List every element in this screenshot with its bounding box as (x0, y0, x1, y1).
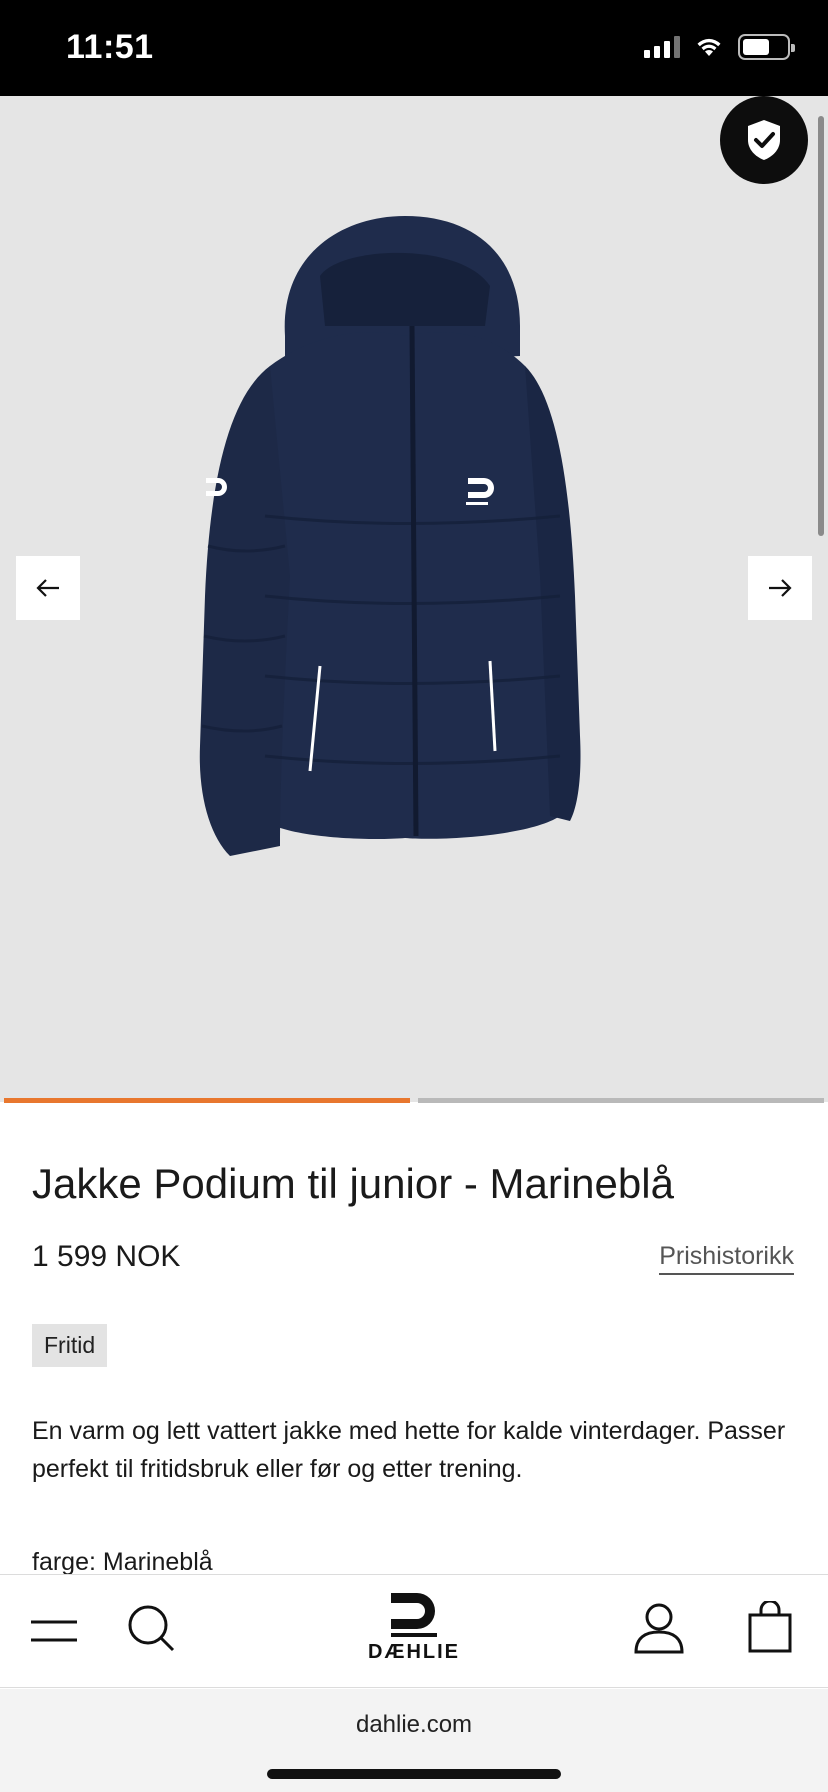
jacket-image (199, 216, 581, 856)
brand-logo[interactable]: DÆHLIE (364, 1591, 464, 1677)
product-title: Jakke Podium til junior - Marineblå (32, 1160, 674, 1207)
search-button[interactable] (124, 1601, 180, 1657)
signal-icon (644, 36, 680, 58)
logo-text: DÆHLIE (368, 1641, 460, 1663)
url-text[interactable]: dahlie.com (0, 1711, 828, 1739)
product-description: En varm og lett vattert jakke med hette … (32, 1417, 786, 1483)
account-icon (634, 1603, 684, 1654)
shield-check-icon (748, 120, 780, 160)
next-image-button[interactable] (748, 556, 812, 620)
gallery-progress-inactive (418, 1098, 824, 1103)
dahlie-logo-icon (391, 1593, 437, 1637)
wifi-icon (697, 38, 721, 56)
status-bar: 11:51 (0, 0, 828, 96)
bag-icon (748, 1601, 792, 1653)
bottom-navigation: DÆHLIE (0, 1574, 828, 1688)
product-color: farge: Marineblå (32, 1548, 213, 1576)
account-button[interactable] (632, 1601, 686, 1655)
product-image-gallery[interactable] (0, 96, 828, 1102)
previous-image-button[interactable] (16, 556, 80, 620)
cart-button[interactable] (746, 1599, 794, 1655)
page-scrollbar[interactable] (818, 116, 824, 536)
menu-icon (31, 1620, 77, 1642)
browser-url-bar[interactable]: dahlie.com (0, 1689, 828, 1792)
home-indicator[interactable] (267, 1769, 561, 1779)
category-tag: Fritid (32, 1324, 108, 1367)
status-time: 11:51 (66, 28, 154, 66)
gallery-progress-active (4, 1098, 410, 1103)
status-icons (644, 34, 795, 60)
search-icon (128, 1605, 175, 1652)
trust-badge-button[interactable] (720, 96, 808, 184)
battery-icon (738, 34, 795, 60)
gallery-progress (4, 1098, 824, 1103)
arrow-left-icon (36, 579, 59, 597)
price-history-link[interactable]: Prishistorikk (659, 1242, 794, 1275)
menu-button[interactable] (28, 1609, 80, 1653)
arrow-right-icon (769, 579, 792, 597)
product-price: 1 599 NOK (32, 1240, 181, 1273)
